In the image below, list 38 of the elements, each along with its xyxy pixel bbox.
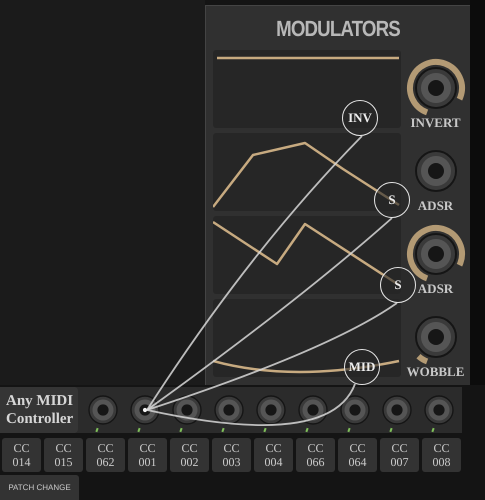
cc-button[interactable]: CC 002 xyxy=(170,438,209,472)
indicator-icon xyxy=(347,428,351,432)
indicator-icon xyxy=(389,428,393,432)
jack-label: WOBBLE xyxy=(406,364,464,380)
cc-button[interactable]: CC 062 xyxy=(86,438,125,472)
cc-button[interactable]: CC 004 xyxy=(254,438,293,472)
modulator-badge[interactable]: MID xyxy=(344,349,380,385)
controller-label: Any MIDI Controller xyxy=(0,387,78,433)
panel-title: MODULATORS xyxy=(275,15,401,43)
jack[interactable] xyxy=(130,395,160,425)
jack[interactable] xyxy=(214,395,244,425)
jack[interactable] xyxy=(414,67,456,109)
cc-button[interactable]: CC 066 xyxy=(296,438,335,472)
patch-change-button[interactable]: PATCH CHANGE xyxy=(0,475,79,500)
jack[interactable] xyxy=(256,395,286,425)
indicator-icon xyxy=(431,428,435,432)
cc-button[interactable]: CC 014 xyxy=(2,438,41,472)
jack[interactable] xyxy=(298,395,328,425)
cc-button[interactable]: CC 064 xyxy=(338,438,377,472)
cc-button[interactable]: CC 003 xyxy=(212,438,251,472)
indicator-icon xyxy=(95,428,99,432)
cc-button[interactable]: CC 007 xyxy=(380,438,419,472)
indicator-icon xyxy=(305,428,309,432)
cc-button[interactable]: CC 008 xyxy=(422,438,461,472)
jack[interactable] xyxy=(340,395,370,425)
indicator-icon xyxy=(263,428,267,432)
modulator-badge[interactable]: S xyxy=(374,182,410,218)
indicator-icon xyxy=(179,428,183,432)
modulator-badge[interactable]: S xyxy=(380,267,416,303)
jack-label: INVERT xyxy=(410,115,461,131)
jack[interactable] xyxy=(414,233,456,275)
indicator-icon xyxy=(137,428,141,432)
jack-label: ADSR xyxy=(418,281,454,297)
jack[interactable] xyxy=(172,395,202,425)
jack-label: ADSR xyxy=(418,198,454,214)
indicator-icon xyxy=(221,428,225,432)
cc-button[interactable]: CC 015 xyxy=(44,438,83,472)
cc-button[interactable]: CC 001 xyxy=(128,438,167,472)
